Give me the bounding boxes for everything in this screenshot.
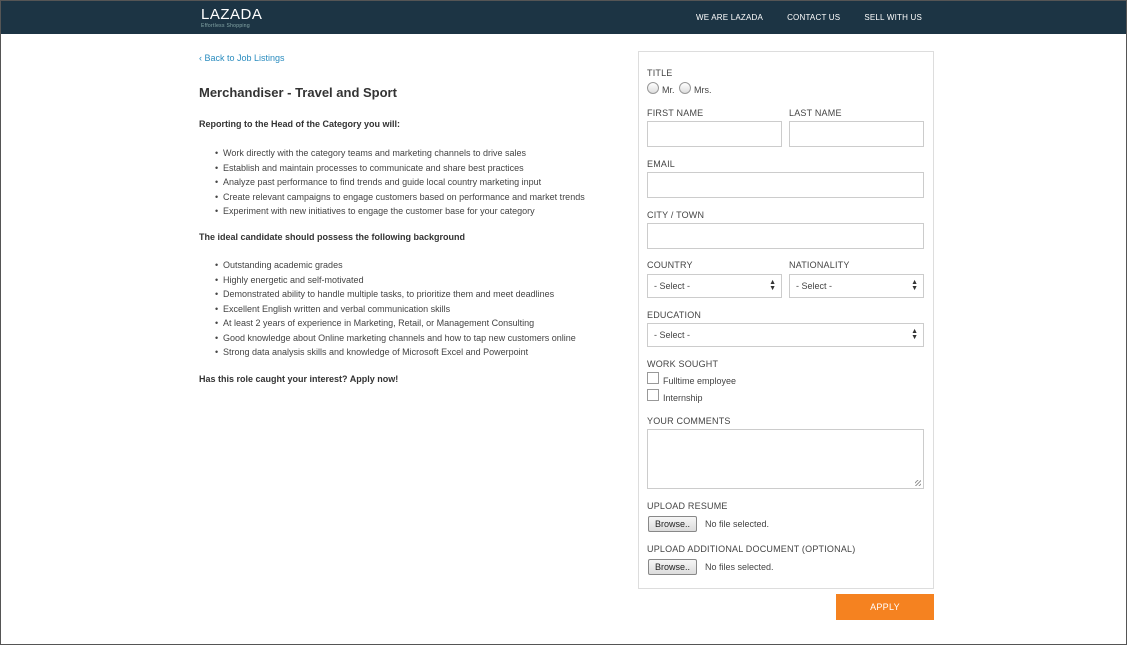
comments-textarea[interactable] [647,429,924,489]
title-label: TITLE [647,68,673,78]
list-item: Establish and maintain processes to comm… [215,161,585,176]
fulltime-label: Fulltime employee [663,376,737,386]
list-item: Analyze past performance to find trends … [215,175,585,190]
title-mrs-radio[interactable] [679,82,691,94]
nav-we-are-lazada[interactable]: WE ARE LAZADA [696,13,763,22]
last-name-field[interactable] [789,121,924,147]
list-item: Excellent English written and verbal com… [215,302,576,317]
country-select[interactable]: - Select - ▲ ▼ [647,274,782,298]
requirements-list: Outstanding academic grades Highly energ… [215,258,576,360]
title-mr-label: Mr. [662,85,675,95]
additional-file-status: No files selected. [705,562,774,572]
resume-file-status: No file selected. [705,519,770,529]
first-name-field[interactable] [647,121,782,147]
nationality-select[interactable]: - Select - ▲ ▼ [789,274,924,298]
country-label: COUNTRY [647,260,693,270]
list-item: Work directly with the category teams an… [215,146,585,161]
top-navigation-bar: LAZADA Effortless Shopping WE ARE LAZADA… [1,1,1126,34]
title-mr-radio[interactable] [647,82,659,94]
resume-browse-button[interactable]: Browse.. [648,516,698,532]
internship-checkbox[interactable] [647,389,659,401]
back-to-job-listings-link[interactable]: ‹ Back to Job Listings [199,53,285,63]
select-arrows-icon: ▲ ▼ [911,279,918,292]
lazada-logo[interactable]: LAZADA Effortless Shopping [201,6,263,30]
list-item: Highly energetic and self-motivated [215,273,576,288]
closing-text: Has this role caught your interest? Appl… [199,374,399,384]
city-field[interactable] [647,223,924,249]
list-item: At least 2 years of experience in Market… [215,316,576,331]
title-mrs-label: Mrs. [694,85,712,95]
country-select-value: - Select - [654,281,691,291]
work-sought-label: WORK SOUGHT [647,359,719,369]
responsibilities-list: Work directly with the category teams an… [215,146,585,219]
select-arrows-icon: ▲ ▼ [911,328,918,341]
comments-label: YOUR COMMENTS [647,416,731,426]
section2-heading: The ideal candidate should possess the f… [199,232,466,242]
list-item: Outstanding academic grades [215,258,576,273]
logo-tagline: Effortless Shopping [201,23,250,29]
additional-browse-button[interactable]: Browse.. [648,559,698,575]
back-link-label: Back to Job Listings [204,53,285,63]
first-name-label: FIRST NAME [647,108,704,118]
section1-heading: Reporting to the Head of the Category yo… [199,119,401,129]
list-item: Demonstrated ability to handle multiple … [215,287,576,302]
upload-resume-label: UPLOAD RESUME [647,501,728,511]
education-select-value: - Select - [654,330,691,340]
email-field[interactable] [647,172,924,198]
fulltime-checkbox[interactable] [647,372,659,384]
job-title: Merchandiser - Travel and Sport [199,85,397,100]
logo-text: LAZADA [201,6,263,23]
select-arrows-icon: ▲ ▼ [769,279,776,292]
nationality-select-value: - Select - [796,281,833,291]
apply-button[interactable]: APPLY [836,594,934,620]
list-item: Experiment with new initiatives to engag… [215,204,585,219]
last-name-label: LAST NAME [789,108,842,118]
nav-sell-with-us[interactable]: SELL WITH US [864,13,922,22]
education-select[interactable]: - Select - ▲ ▼ [647,323,924,347]
resize-grip-icon[interactable] [915,480,921,486]
list-item: Good knowledge about Online marketing ch… [215,331,576,346]
main-nav: WE ARE LAZADA CONTACT US SELL WITH US [696,13,922,22]
list-item: Create relevant campaigns to engage cust… [215,190,585,205]
city-label: CITY / TOWN [647,210,705,220]
email-label: EMAIL [647,159,676,169]
internship-label: Internship [663,393,703,403]
list-item: Strong data analysis skills and knowledg… [215,345,576,360]
education-label: EDUCATION [647,310,702,320]
nationality-label: NATIONALITY [789,260,850,270]
upload-additional-label: UPLOAD ADDITIONAL DOCUMENT (OPTIONAL) [647,544,856,554]
nav-contact-us[interactable]: CONTACT US [787,13,840,22]
